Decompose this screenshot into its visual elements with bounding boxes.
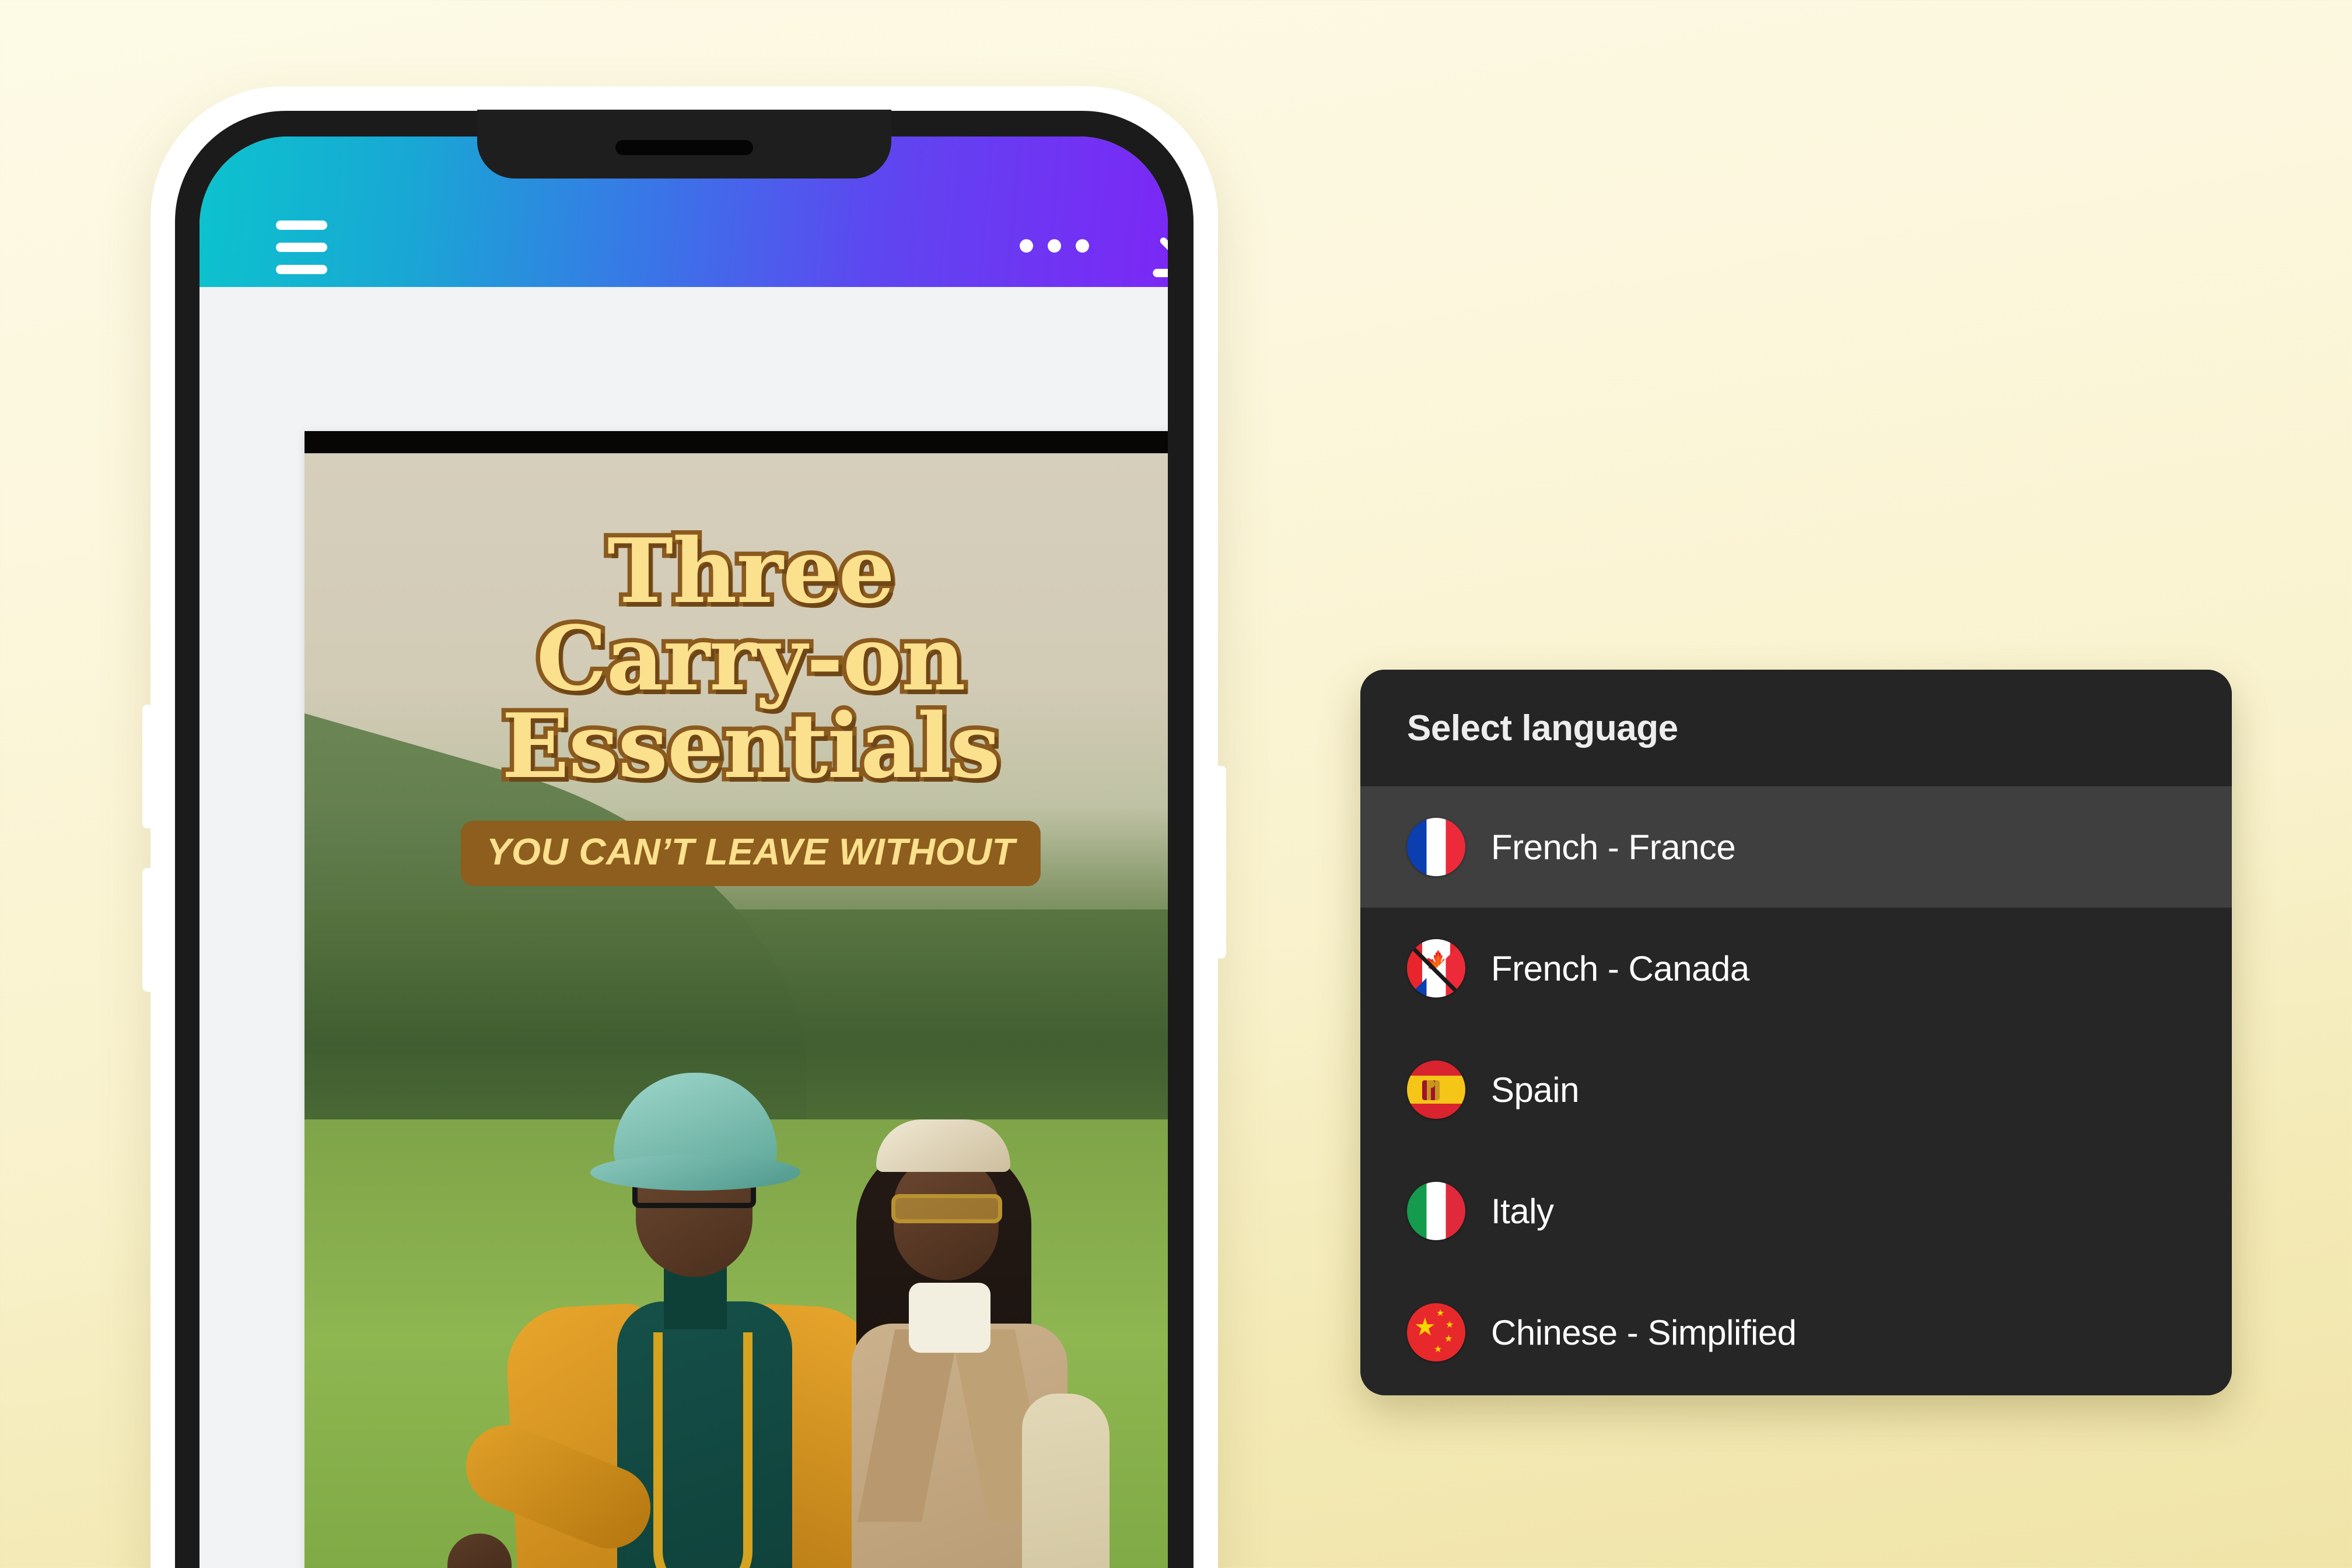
design-canvas[interactable]: Three Carry-on Essentials YOU CAN’T LEAV… — [304, 431, 1168, 1568]
more-dot — [1075, 239, 1089, 253]
language-item-spain[interactable]: Spain — [1360, 1029, 2232, 1150]
star-icon: ★ — [1446, 1320, 1454, 1330]
language-item-french-canada[interactable]: 🍁 French - Canada — [1360, 908, 2232, 1029]
star-icon: ★ — [1434, 1345, 1443, 1354]
more-dot — [1019, 239, 1033, 253]
poster-title-line-2: Carry-on — [532, 606, 970, 710]
volume-down-button[interactable] — [142, 868, 158, 992]
language-item-label: Italy — [1491, 1191, 1554, 1231]
flag-france-icon — [1407, 818, 1465, 876]
poster-top-strip — [304, 431, 1168, 453]
coat-sleeve — [1022, 1394, 1110, 1568]
poster-title-line-3: Essentials — [498, 694, 1005, 798]
flag-italy-icon — [1407, 1182, 1465, 1240]
more-dot — [1047, 239, 1061, 253]
phone-screen: Three Carry-on Essentials YOU CAN’T LEAV… — [200, 136, 1168, 1568]
phone-notch — [477, 110, 891, 178]
gold-chain — [653, 1332, 752, 1568]
more-dots — [1019, 239, 1089, 253]
menu-bar — [276, 220, 327, 230]
flag-china-icon: ★ ★ ★ ★ ★ — [1407, 1303, 1465, 1362]
star-icon: ★ — [1444, 1334, 1453, 1344]
speaker-grille-icon — [615, 140, 753, 155]
poster-subtitle-text: YOU CAN’T LEAVE WITHOUT — [486, 831, 1016, 873]
volume-up-button[interactable] — [142, 705, 158, 828]
flag-spain-icon — [1407, 1060, 1465, 1119]
language-item-label: French - Canada — [1491, 949, 1749, 988]
shirt-collar — [909, 1283, 991, 1353]
hat-brim — [590, 1154, 800, 1191]
flag-canada-france-icon: 🍁 — [1407, 939, 1465, 998]
language-item-label: French - France — [1491, 827, 1736, 867]
dropdown-title: Select language — [1407, 708, 1678, 748]
download-icon[interactable] — [1133, 204, 1168, 291]
poster-subtitle-badge: YOU CAN’T LEAVE WITHOUT — [460, 821, 1041, 886]
language-item-label: Spain — [1491, 1070, 1579, 1110]
menu-bar — [276, 265, 327, 274]
photo-person-right — [806, 1119, 1110, 1568]
language-item-label: Chinese - Simplified — [1491, 1312, 1797, 1352]
star-icon: ★ — [1414, 1313, 1436, 1340]
more-horizontal-icon[interactable] — [1013, 225, 1095, 266]
language-item-chinese-simplified[interactable]: ★ ★ ★ ★ ★ Chinese - Simplified — [1360, 1272, 2232, 1393]
phone-mockup: Three Carry-on Essentials YOU CAN’T LEAV… — [142, 86, 1226, 1568]
sunglasses — [891, 1194, 1002, 1223]
headband — [876, 1119, 1010, 1172]
power-button[interactable] — [1211, 766, 1226, 958]
language-item-french-france[interactable]: French - France — [1360, 786, 2232, 908]
poster-title-line-1: Three — [603, 519, 899, 623]
language-list: French - France 🍁 French - Canada Spain … — [1360, 786, 2232, 1393]
phone-body: Three Carry-on Essentials YOU CAN’T LEAV… — [175, 110, 1194, 1568]
dropdown-header: Select language — [1360, 670, 2232, 786]
language-dropdown-panel: Select language French - France 🍁 French… — [1360, 670, 2232, 1395]
hamburger-bars — [276, 220, 327, 274]
menu-bar — [276, 243, 327, 252]
language-item-italy[interactable]: Italy — [1360, 1150, 2232, 1272]
hamburger-menu-icon[interactable] — [270, 218, 334, 276]
star-icon: ★ — [1436, 1308, 1445, 1318]
